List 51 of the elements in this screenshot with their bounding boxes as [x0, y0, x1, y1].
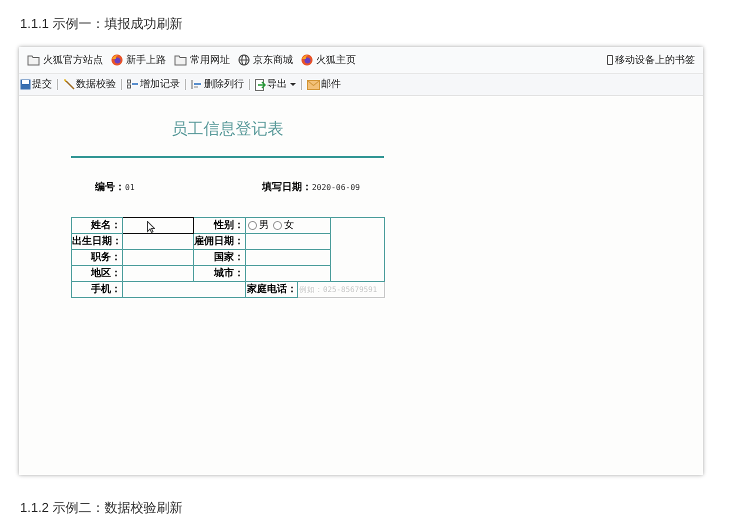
toolbar-button[interactable]: 数据校验	[63, 77, 116, 92]
toolbar-button[interactable]: 删除列行	[191, 77, 244, 92]
cursor-arrow-icon	[147, 221, 155, 233]
field-label: 填写日期：	[262, 180, 312, 195]
field-label: 手机：	[72, 282, 122, 298]
field-label: 性别：	[194, 218, 246, 234]
toolbar-button[interactable]: 邮件	[307, 77, 341, 92]
section-heading: 1.1.2 示例二：数据校验刷新	[20, 499, 183, 517]
radio-label: 女	[284, 219, 294, 233]
field-label: 家庭电话：	[246, 282, 298, 298]
field-label: 出生日期：	[72, 234, 122, 250]
export-icon	[255, 78, 266, 90]
globe-icon	[238, 54, 250, 66]
number-value: 01	[125, 182, 135, 194]
field-label: 职务：	[72, 250, 122, 266]
field-label: 编号：	[95, 180, 125, 195]
date-value: 2020-06-09	[312, 182, 360, 194]
section-heading: 1.1.1 示例一：填报成功刷新	[20, 15, 183, 33]
input-field[interactable]	[122, 218, 194, 234]
folder-icon	[174, 54, 187, 66]
fox-globe-icon	[301, 54, 313, 66]
toolbar-button[interactable]: 增加记录	[127, 77, 180, 92]
input-field[interactable]	[122, 282, 246, 298]
toolbar-button[interactable]: 导出	[255, 77, 296, 92]
delete-row-icon	[191, 79, 203, 90]
bookmark[interactable]: 京东商城	[238, 52, 293, 68]
bookmark[interactable]: 常用网址	[174, 52, 230, 68]
folder-icon	[27, 54, 40, 66]
field-label: 城市：	[194, 266, 246, 282]
toolbar-button[interactable]: 提交	[20, 77, 52, 92]
field-label: 地区：	[72, 266, 122, 282]
field-label: 姓名：	[72, 218, 122, 234]
field-label: 国家：	[194, 250, 246, 266]
bookmark[interactable]: 火狐主页	[301, 52, 356, 68]
radio-button[interactable]	[273, 221, 282, 230]
wand-icon	[63, 79, 75, 90]
field-label: 雇佣日期：	[194, 234, 246, 250]
fox-globe-icon	[111, 54, 123, 66]
input-field[interactable]	[122, 250, 194, 266]
input-field[interactable]	[122, 266, 194, 282]
bookmark[interactable]: 火狐官方站点	[27, 52, 103, 68]
form-title: 员工信息登记表	[71, 118, 384, 158]
input-field[interactable]	[122, 234, 194, 250]
radio-button[interactable]	[248, 221, 257, 230]
phone-icon	[607, 55, 613, 65]
bookmark[interactable]: 移动设备上的书签	[607, 52, 695, 68]
radio-label: 男	[259, 219, 269, 233]
envelope-icon	[307, 80, 320, 90]
add-row-icon	[127, 79, 139, 90]
bookmark[interactable]: 新手上路	[111, 52, 166, 68]
caret-icon	[290, 83, 296, 86]
